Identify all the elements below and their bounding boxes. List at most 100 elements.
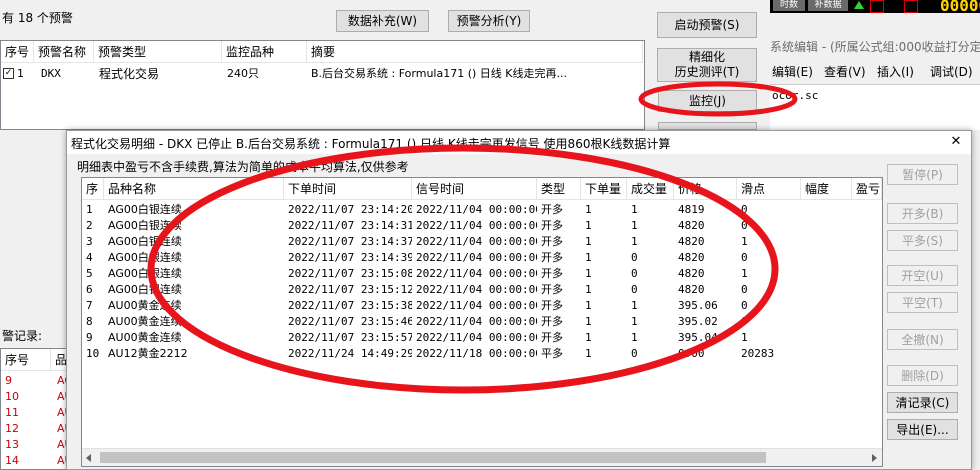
cell-slippage: 0 [741,251,748,264]
horizontal-scrollbar[interactable] [82,448,882,466]
col-header-summary[interactable]: 摘要 [307,41,643,63]
cell-seq: 2 [86,219,93,232]
dialog-note: 明细表中盈亏不含手续费,算法为简单的成本平均算法,仅供参考 [77,160,409,174]
table-row[interactable]: 9 AU00黄金连续 2022/11/07 23:15:57 2022/11/04 0… [82,330,882,346]
cell-order-time: 2022/11/07 23:14:39 [288,251,412,264]
record-index: 12 [5,422,19,435]
record-index: 14 [5,454,19,467]
cell-type: 开多 [541,235,563,248]
close-icon[interactable]: ✕ [947,134,965,150]
editor-code-area[interactable]: ocor.sc [770,84,980,130]
table-row[interactable]: 7 AU00黄金连续 2022/11/07 23:15:38 2022/11/04 0… [82,298,882,314]
cell-filled-qty: 0 [631,251,638,264]
col-header-range[interactable]: 幅度 [801,178,852,200]
refine-backtest-button[interactable]: 精细化 历史测评(T) [657,48,757,82]
supplement-button[interactable]: 数据补充(W) [336,10,429,32]
cell-order-qty: 1 [585,219,592,232]
editor-menu-view[interactable]: 查看(V) [824,63,866,80]
col-header-product[interactable]: 品种名称 [104,178,284,200]
cell-product: AG00白银连续 [108,235,182,248]
table-row[interactable]: 3 AG00白银连续 2022/11/07 23:14:37 2022/11/04 0… [82,234,882,250]
cell-filled-qty: 1 [631,331,638,344]
cell-order-time: 2022/11/07 23:14:20 [288,203,412,216]
col-header-price[interactable]: 价格 [674,178,737,200]
col-header-count[interactable]: 监控品种 [222,41,307,63]
table-row[interactable]: 5 AG00白银连续 2022/11/07 23:15:08 2022/11/04 0… [82,266,882,282]
table-row[interactable]: 1 AG00白银连续 2022/11/07 23:14:20 2022/11/04 0… [82,202,882,218]
row-type: 程式化交易 [99,67,160,81]
monitor-button[interactable]: 监控(J) [658,90,757,112]
table-row[interactable]: 4 AG00白银连续 2022/11/07 23:14:39 2022/11/04 0… [82,250,882,266]
chip-supplement[interactable]: 补数据 [808,0,848,11]
scroll-left-icon[interactable] [86,454,91,462]
row-name: DKX [41,67,61,80]
cell-slippage: 0 [741,315,748,328]
close-short-button[interactable]: 平空(T) [887,292,958,313]
col-header-slippage[interactable]: 滑点 [737,178,801,200]
table-row[interactable]: 10 AU12黄金2212 2022/11/24 14:49:29 2022/11/1… [82,346,882,362]
col-header-index[interactable]: 序号 [1,41,34,63]
delete-button[interactable]: 删除(D) [887,365,958,386]
table-row[interactable]: 6 AG00白银连续 2022/11/07 23:15:12 2022/11/04 0… [82,282,882,298]
col-header-name[interactable]: 预警名称 [34,41,94,63]
cell-filled-qty: 0 [631,347,638,360]
cell-type: 开多 [541,299,563,312]
col-header-signal-time[interactable]: 信号时间 [412,178,537,200]
cell-seq: 6 [86,283,93,296]
list-item[interactable]: 13 AU [1,437,72,453]
list-item[interactable]: 14 AU [1,453,72,469]
list-item[interactable]: 11 AU [1,405,72,421]
cell-filled-qty: 0 [631,283,638,296]
cell-seq: 7 [86,299,93,312]
editor-menu-debug[interactable]: 调试(D) [930,63,973,80]
analysis-button[interactable]: 预警分析(Y) [448,10,530,32]
col-header-pnl[interactable]: 盈亏 [852,178,882,200]
export-button[interactable]: 导出(E)... [887,419,958,440]
detail-table[interactable]: 序品种名称 下单时间 信号时间 类型 下单量 成交量 价格 滑点 幅度 盈亏 1 AG00白银连续 2… [81,177,883,467]
open-short-button[interactable]: 开空(U) [887,265,958,286]
scroll-right-icon[interactable] [872,454,877,462]
cell-price: 4820 [678,267,705,280]
cancel-all-button[interactable]: 全撤(N) [887,329,958,350]
table-row[interactable]: 2 AG00白银连续 2022/11/07 23:14:31 2022/11/04 0… [82,218,882,234]
chip-time[interactable]: 时数 [773,0,805,11]
cell-seq: 8 [86,315,93,328]
cell-signal-time: 2022/11/18 00:00:00 [416,347,537,360]
record-index: 11 [5,406,19,419]
records-list[interactable]: 序号 品 9 AG 10 AU 11 AU 12 AU 13 AU 14 AU [0,348,72,470]
col-header-order-qty[interactable]: 下单量 [581,178,627,200]
cell-signal-time: 2022/11/04 00:00:00 [416,203,537,216]
cell-slippage: 0 [741,219,748,232]
list-item[interactable]: 9 AG [1,373,72,389]
cell-seq: 3 [86,235,93,248]
table-row[interactable]: 8 AU00黄金连续 2022/11/07 23:15:46 2022/11/04 0… [82,314,882,330]
cell-slippage: 0 [741,283,748,296]
cell-product: AG00白银连续 [108,267,182,280]
editor-menu-edit[interactable]: 编辑(E) [772,63,813,80]
col-header-type[interactable]: 类型 [537,178,581,200]
cell-price: 0.00 [678,347,705,360]
cell-filled-qty: 0 [631,267,638,280]
pause-button[interactable]: 暂停(P) [887,164,958,185]
col-header-filled-qty[interactable]: 成交量 [627,178,674,200]
scroll-thumb[interactable] [100,452,766,463]
open-long-button[interactable]: 开多(B) [887,203,958,224]
start-warning-button[interactable]: 启动预警(S) [657,12,757,38]
row-count: 240只 [227,67,259,80]
warning-list[interactable]: 序号 预警名称 预警类型 监控品种 摘要 ✓ 1 DKX 程式化交易 240只 … [0,40,645,130]
col-header-seq[interactable]: 序 [82,178,104,200]
clear-records-button[interactable]: 清记录(C) [887,392,958,413]
editor-menu-insert[interactable]: 插入(I) [877,63,914,80]
records-header-index[interactable]: 序号 [1,349,51,371]
cell-slippage: 1 [741,267,748,280]
cell-seq: 9 [86,331,93,344]
close-long-button[interactable]: 平多(S) [887,230,958,251]
list-item[interactable]: 10 AU [1,389,72,405]
hidden-button[interactable] [658,122,757,130]
col-header-order-time[interactable]: 下单时间 [284,178,412,200]
col-header-type[interactable]: 预警类型 [94,41,222,63]
table-row[interactable]: ✓ 1 DKX 程式化交易 240只 B.后台交易系统 : Formula171… [1,65,644,83]
list-item[interactable]: 12 AU [1,421,72,437]
cell-type: 开多 [541,331,563,344]
cell-slippage: 1 [741,331,748,344]
